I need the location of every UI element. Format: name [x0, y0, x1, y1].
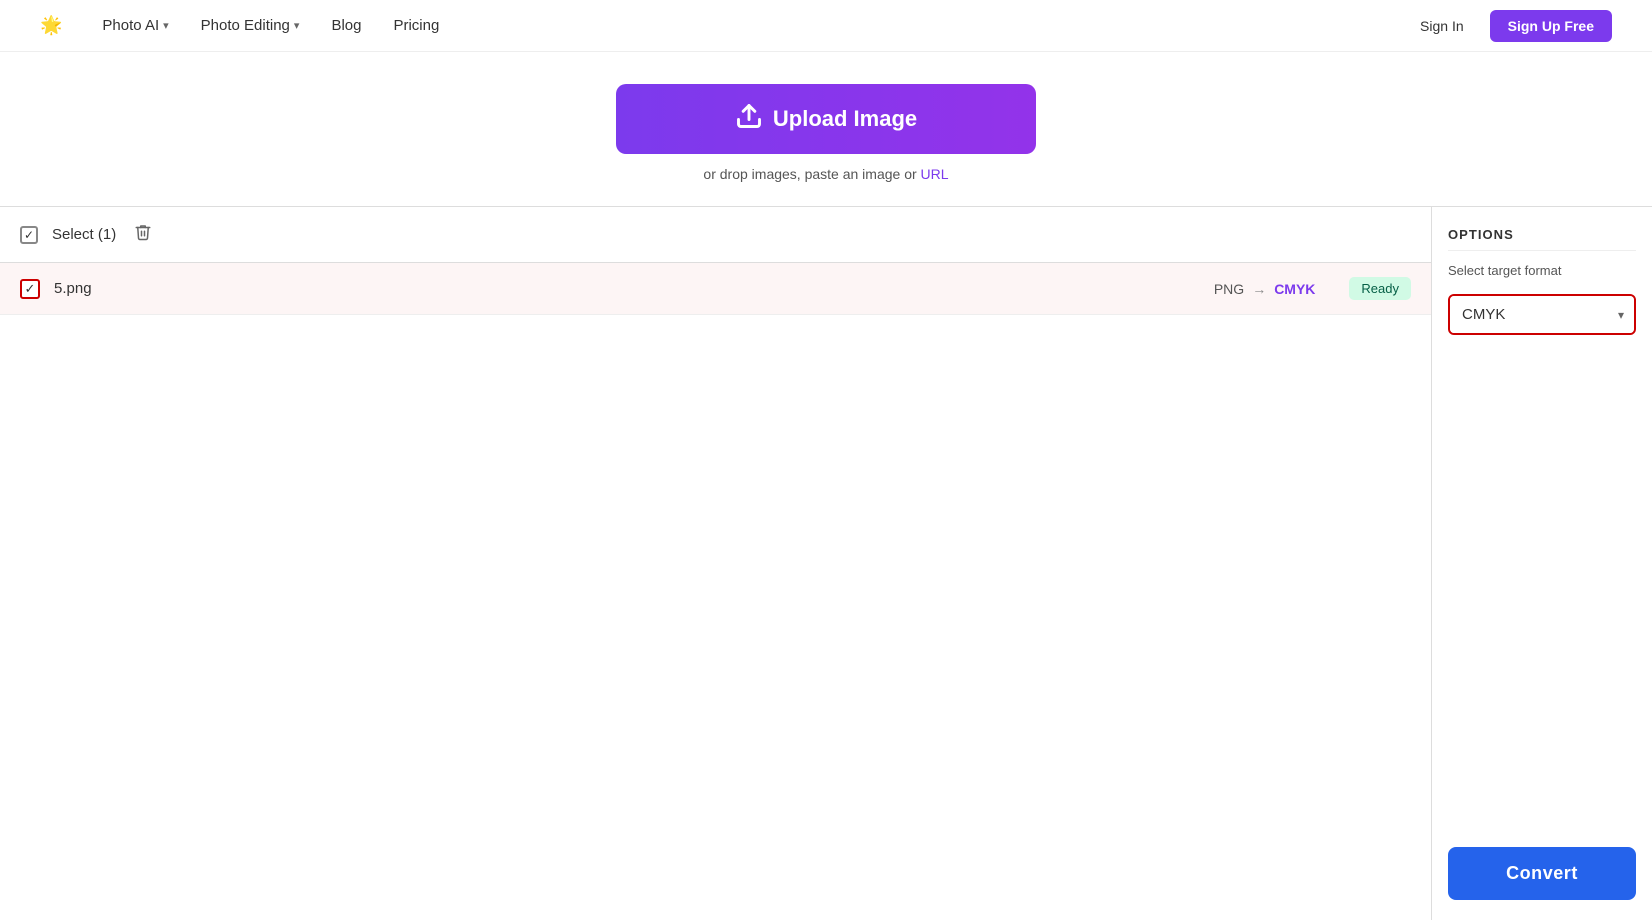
file-panel: ✓ Select (1) ✓ 5.png PNG →	[0, 206, 1432, 920]
options-spacer	[1448, 347, 1636, 823]
select-target-label: Select target format	[1448, 263, 1636, 278]
sign-in-button[interactable]: Sign In	[1406, 12, 1478, 40]
file-name: 5.png	[54, 280, 1200, 297]
nav-photo-ai-label: Photo AI	[102, 17, 159, 34]
nav-right: Sign In Sign Up Free	[1406, 10, 1612, 42]
file-row: ✓ 5.png PNG → CMYK Ready	[0, 263, 1431, 315]
file-status-badge: Ready	[1349, 277, 1411, 300]
main-layout: ✓ Select (1) ✓ 5.png PNG →	[0, 206, 1652, 920]
file-panel-header: ✓ Select (1)	[0, 207, 1431, 263]
trash-icon	[134, 223, 152, 241]
nav-item-blog[interactable]: Blog	[319, 11, 373, 40]
conversion-arrow-icon: →	[1252, 281, 1266, 297]
navbar: 🌟 Photo AI ▾ Photo Editing ▾ Blog Pricin…	[0, 0, 1652, 52]
sign-up-button[interactable]: Sign Up Free	[1490, 10, 1612, 42]
convert-button[interactable]: Convert	[1448, 847, 1636, 900]
upload-button-label: Upload Image	[773, 106, 917, 132]
upload-image-button[interactable]: Upload Image	[616, 84, 1036, 154]
convert-btn-wrapper: Convert	[1448, 835, 1636, 900]
nav-blog-label: Blog	[331, 17, 361, 34]
source-format: PNG	[1214, 281, 1244, 297]
select-label: Select (1)	[52, 226, 116, 243]
nav-item-pricing[interactable]: Pricing	[381, 11, 451, 40]
format-select[interactable]: CMYK PNG JPEG WEBP SVG BMP TIFF	[1450, 296, 1634, 333]
delete-button[interactable]	[130, 219, 156, 250]
nav-left: 🌟 Photo AI ▾ Photo Editing ▾ Blog Pricin…	[40, 11, 451, 40]
file-checkbox[interactable]: ✓	[20, 279, 40, 299]
format-select-wrapper: CMYK PNG JPEG WEBP SVG BMP TIFF ▾	[1448, 294, 1636, 335]
photo-ai-chevron-icon: ▾	[163, 19, 169, 32]
options-title: OPTIONS	[1448, 227, 1636, 251]
upload-section: Upload Image or drop images, paste an im…	[0, 52, 1652, 206]
file-check-icon: ✓	[25, 281, 36, 297]
url-link[interactable]: URL	[921, 166, 949, 182]
select-all-check-icon: ✓	[24, 228, 34, 242]
nav-pricing-label: Pricing	[393, 17, 439, 34]
file-conversion: PNG → CMYK	[1214, 281, 1316, 297]
nav-photo-editing-label: Photo Editing	[201, 17, 290, 34]
options-panel: OPTIONS Select target format CMYK PNG JP…	[1432, 206, 1652, 920]
target-format: CMYK	[1274, 281, 1315, 297]
upload-icon	[735, 102, 763, 136]
nav-item-photo-editing[interactable]: Photo Editing ▾	[189, 11, 312, 40]
nav-item-photo-ai[interactable]: Photo AI ▾	[90, 11, 180, 40]
upload-subtext: or drop images, paste an image or URL	[703, 166, 948, 182]
nav-logo: 🌟	[40, 15, 62, 36]
select-all-checkbox[interactable]: ✓	[20, 226, 38, 244]
photo-editing-chevron-icon: ▾	[294, 19, 300, 32]
